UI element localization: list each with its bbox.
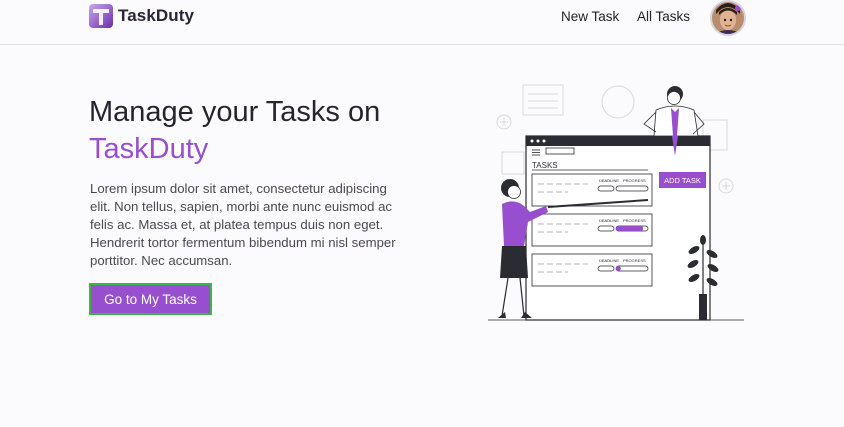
progress-fill <box>616 226 644 231</box>
deadline-pill <box>597 225 615 232</box>
task-cards: DEADLINE PROGRESS DEADLINE PROGRESS DEAD… <box>531 173 653 287</box>
progress-fill <box>616 266 621 271</box>
hero-title-line: Manage your Tasks on <box>89 96 381 128</box>
brand-name: TaskDuty <box>118 6 195 25</box>
brand[interactable]: TaskDuty <box>89 4 194 28</box>
progress-track <box>615 185 649 192</box>
taskduty-logo-icon <box>89 4 113 28</box>
user-avatar-image <box>712 2 744 34</box>
hero-description: Lorem ipsum dolor sit amet, consectetur … <box>90 181 396 268</box>
add-task-badge-label: ADD TASK <box>664 176 701 185</box>
hero-title-accent: TaskDuty <box>89 133 209 165</box>
deadline-label: DEADLINE <box>599 218 619 223</box>
navbar: TaskDuty New Task All Tasks <box>0 0 844 45</box>
nav-new-task-link[interactable]: New Task <box>561 9 619 24</box>
go-to-my-tasks-button[interactable]: Go to My Tasks <box>89 283 212 315</box>
deadline-pill <box>597 265 615 272</box>
deadline-label: DEADLINE <box>599 258 619 263</box>
progress-label: PROGRESS <box>623 178 646 183</box>
progress-label: PROGRESS <box>623 258 646 263</box>
deadline-label: DEADLINE <box>599 178 619 183</box>
board-title: TASKS <box>532 161 558 170</box>
hero-title: Manage your Tasks on TaskDuty <box>89 94 449 168</box>
user-avatar[interactable] <box>710 0 746 36</box>
task-board-illustration: TASKS ADD TASK DEADLINE PROGRESS DEADLIN… <box>488 84 744 321</box>
deadline-pill <box>597 185 615 192</box>
nav-all-tasks-link[interactable]: All Tasks <box>637 9 690 24</box>
board-window-bar <box>526 136 710 146</box>
progress-label: PROGRESS <box>623 218 646 223</box>
